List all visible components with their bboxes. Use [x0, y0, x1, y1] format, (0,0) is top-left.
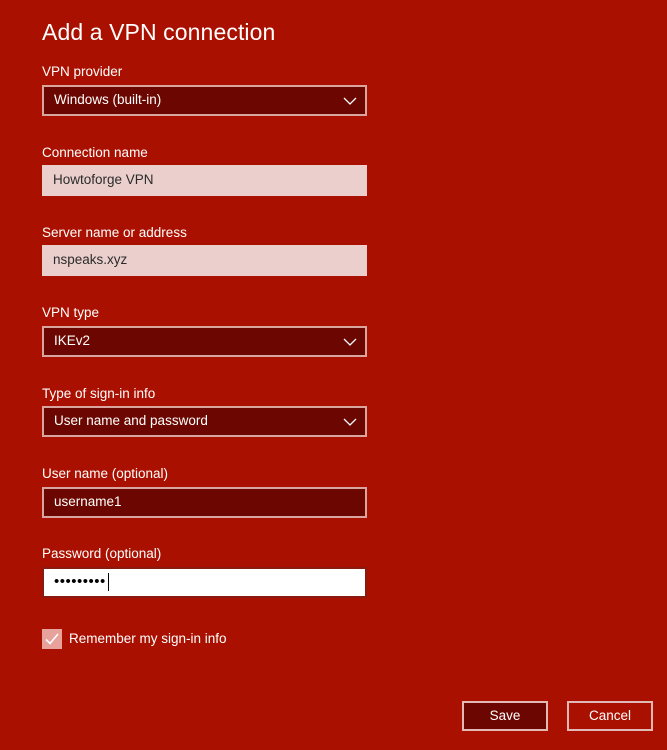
password-input[interactable]: ••••••••• [42, 567, 367, 598]
vpn-provider-value: Windows (built-in) [54, 92, 162, 107]
cancel-button[interactable]: Cancel [567, 701, 653, 731]
connection-name-input[interactable]: Howtoforge VPN [42, 165, 367, 196]
username-value: username1 [54, 494, 122, 509]
server-name-input[interactable]: nspeaks.xyz [42, 245, 367, 276]
vpn-provider-dropdown[interactable]: Windows (built-in) [42, 85, 367, 116]
text-caret [107, 573, 109, 592]
password-label: Password (optional) [42, 546, 162, 561]
connection-name-value: Howtoforge VPN [53, 172, 154, 187]
remember-signin-checkbox[interactable] [42, 629, 62, 649]
password-mask: ••••••••• [54, 573, 106, 590]
chevron-down-icon [343, 418, 357, 426]
chevron-down-icon [343, 338, 357, 346]
vpn-type-dropdown[interactable]: IKEv2 [42, 326, 367, 357]
dialog-title: Add a VPN connection [42, 19, 276, 45]
username-input[interactable]: username1 [42, 487, 367, 518]
save-button[interactable]: Save [462, 701, 548, 731]
signin-type-label: Type of sign-in info [42, 386, 156, 401]
connection-name-label: Connection name [42, 145, 148, 160]
signin-type-value: User name and password [54, 413, 208, 428]
remember-signin-label: Remember my sign-in info [69, 631, 227, 646]
chevron-down-icon [343, 97, 357, 105]
server-name-label: Server name or address [42, 225, 187, 240]
username-label: User name (optional) [42, 466, 169, 481]
password-value: ••••••••• [54, 573, 109, 592]
checkmark-icon [45, 633, 59, 645]
signin-type-dropdown[interactable]: User name and password [42, 406, 367, 437]
vpn-type-value: IKEv2 [54, 333, 91, 348]
server-name-value: nspeaks.xyz [53, 252, 128, 267]
vpn-type-label: VPN type [42, 305, 100, 320]
vpn-provider-label: VPN provider [42, 64, 123, 79]
